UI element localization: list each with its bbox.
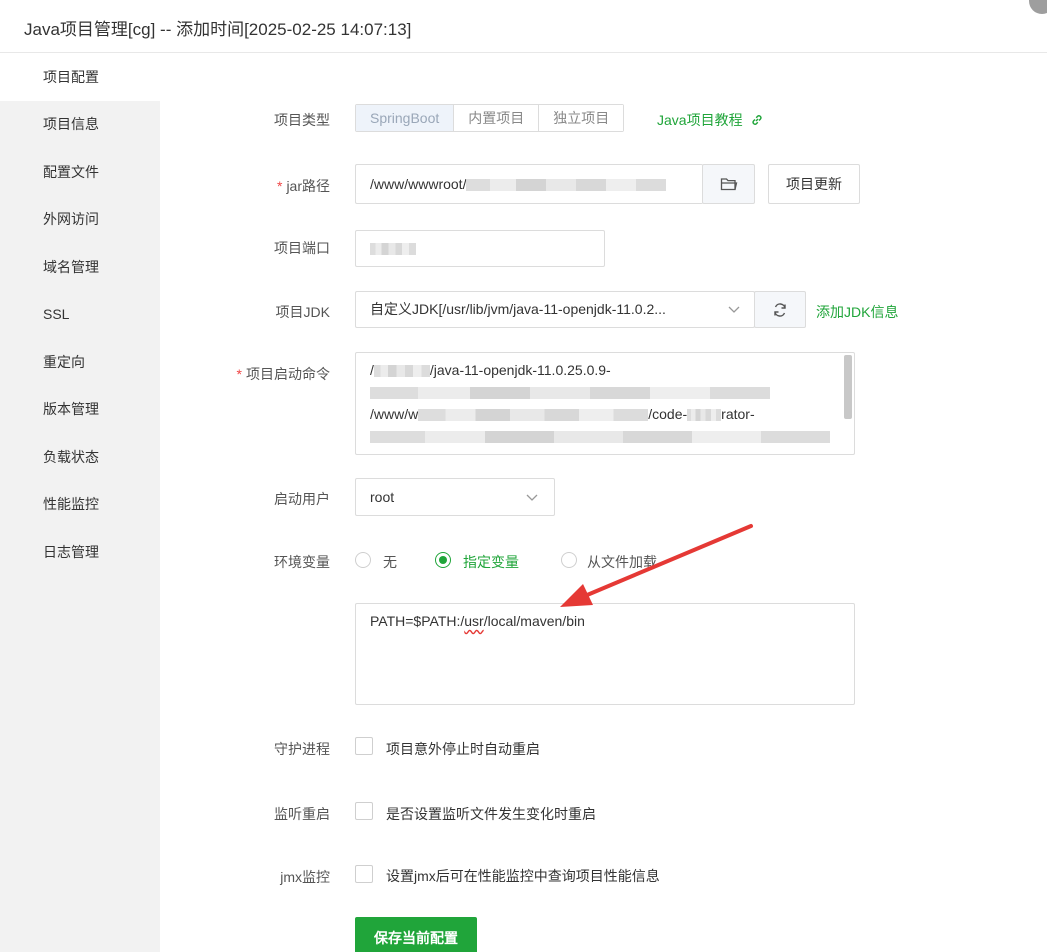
daemon-checkbox[interactable]	[355, 737, 373, 755]
project-update-button[interactable]: 项目更新	[768, 164, 860, 204]
start-command-textarea[interactable]: //java-11-openjdk-11.0.25.0.9- /www/w/co…	[355, 352, 855, 455]
browse-folder-button[interactable]	[702, 164, 755, 204]
jar-path-label: * jar路径	[150, 176, 330, 196]
daemon-checkbox-label[interactable]: 项目意外停止时自动重启	[386, 739, 540, 759]
sidebar-item-config-file[interactable]: 配置文件	[0, 149, 160, 196]
jdk-label: 项目JDK	[275, 304, 330, 320]
java-tutorial-label: Java项目教程	[657, 112, 743, 128]
jmx-checkbox-label[interactable]: 设置jmx后可在性能监控中查询项目性能信息	[386, 866, 660, 886]
env-textarea[interactable]: PATH=$PATH:/usr/local/maven/bin	[355, 603, 855, 705]
command-text: rator-	[721, 406, 755, 422]
add-jdk-link[interactable]: 添加JDK信息	[816, 302, 898, 322]
sidebar-item-ssl[interactable]: SSL	[0, 291, 160, 338]
command-line-4	[370, 425, 840, 447]
close-icon[interactable]	[1029, 0, 1047, 14]
project-type-label: 项目类型	[274, 112, 330, 128]
redacted-text	[370, 431, 830, 444]
sidebar-item-project-config[interactable]: 项目配置	[0, 54, 160, 101]
sidebar-item-redirect[interactable]: 重定向	[0, 339, 160, 386]
env-value-usr: usr	[464, 613, 484, 629]
run-user-value: root	[370, 489, 395, 505]
watch-restart-checkbox[interactable]	[355, 802, 373, 820]
redacted-port	[370, 243, 416, 256]
env-radio-none-label[interactable]: 无	[383, 552, 397, 572]
command-line-2	[370, 381, 840, 403]
watch-restart-label: 监听重启	[274, 806, 330, 822]
refresh-icon	[774, 303, 786, 317]
run-user-label: 启动用户	[274, 491, 330, 507]
env-value-suffix: /local/maven/bin	[483, 613, 585, 629]
sidebar-item-performance[interactable]: 性能监控	[0, 481, 160, 528]
sidebar-item-external-access[interactable]: 外网访问	[0, 196, 160, 243]
chevron-down-icon	[526, 494, 538, 501]
command-line-1: //java-11-openjdk-11.0.25.0.9-	[370, 359, 840, 381]
jmx-label: jmx监控	[280, 869, 330, 885]
project-type-standalone[interactable]: 独立项目	[539, 105, 624, 131]
command-text: /code-	[648, 406, 688, 422]
project-type-springboot[interactable]: SpringBoot	[356, 105, 455, 131]
env-radio-specify-label[interactable]: 指定变量	[463, 552, 519, 572]
port-input[interactable]	[355, 230, 605, 267]
refresh-jdk-button[interactable]	[754, 291, 806, 328]
sidebar-item-version[interactable]: 版本管理	[0, 386, 160, 433]
port-label: 项目端口	[274, 240, 330, 256]
redacted-text	[373, 365, 430, 378]
run-user-select[interactable]: root	[355, 478, 555, 516]
jar-path-label-text: jar路径	[286, 178, 330, 194]
project-type-segmented: SpringBoot 内置项目 独立项目	[355, 104, 625, 132]
jdk-select-value: 自定义JDK[/usr/lib/jvm/java-11-openjdk-11.0…	[370, 301, 666, 317]
dialog-header: Java项目管理[cg] -- 添加时间[2025-02-25 14:07:13…	[0, 0, 1047, 53]
project-type-builtin[interactable]: 内置项目	[454, 105, 540, 131]
command-text: /www/w	[370, 406, 419, 422]
redacted-text	[418, 409, 649, 422]
env-radio-file-label[interactable]: 从文件加载	[587, 552, 657, 572]
sidebar-item-logs[interactable]: 日志管理	[0, 529, 160, 576]
save-config-button[interactable]: 保存当前配置	[355, 917, 477, 952]
env-radio-none[interactable]	[355, 552, 371, 568]
jar-path-input[interactable]: /www/wwwroot/	[355, 164, 703, 204]
daemon-label: 守护进程	[274, 741, 330, 757]
env-value-prefix: PATH=$PATH:/	[370, 613, 465, 629]
required-mark: *	[236, 366, 242, 382]
dialog-title: Java项目管理[cg] -- 添加时间[2025-02-25 14:07:13…	[24, 20, 412, 39]
folder-icon	[720, 178, 737, 191]
jdk-select[interactable]: 自定义JDK[/usr/lib/jvm/java-11-openjdk-11.0…	[355, 291, 755, 328]
link-icon	[752, 115, 763, 125]
chevron-down-icon	[728, 306, 740, 313]
redacted-text	[370, 387, 770, 400]
start-command-label: * 项目启动命令	[150, 364, 330, 384]
start-command-label-text: 项目启动命令	[246, 366, 330, 382]
textarea-scrollbar[interactable]	[844, 355, 852, 419]
redacted-text	[466, 179, 667, 192]
env-radio-specify[interactable]	[435, 552, 451, 568]
sidebar-item-load-status[interactable]: 负载状态	[0, 434, 160, 481]
command-text: /java-11-openjdk-11.0.25.0.9-	[429, 362, 611, 378]
redacted-text	[687, 409, 722, 422]
env-label: 环境变量	[274, 554, 330, 570]
jmx-checkbox[interactable]	[355, 865, 373, 883]
command-line-3: /www/w/code-rator-	[370, 403, 840, 425]
sidebar-item-project-info[interactable]: 项目信息	[0, 101, 160, 148]
required-mark: *	[276, 178, 283, 194]
watch-restart-checkbox-label[interactable]: 是否设置监听文件发生变化时重启	[386, 804, 596, 824]
env-radio-file[interactable]	[561, 552, 577, 568]
sidebar-item-domain[interactable]: 域名管理	[0, 244, 160, 291]
java-tutorial-link[interactable]: Java项目教程	[657, 110, 764, 130]
jar-path-value: /www/wwwroot/	[370, 176, 467, 192]
sidebar: 项目配置 项目信息 配置文件 外网访问 域名管理 SSL 重定向 版本管理 负载…	[0, 54, 160, 952]
